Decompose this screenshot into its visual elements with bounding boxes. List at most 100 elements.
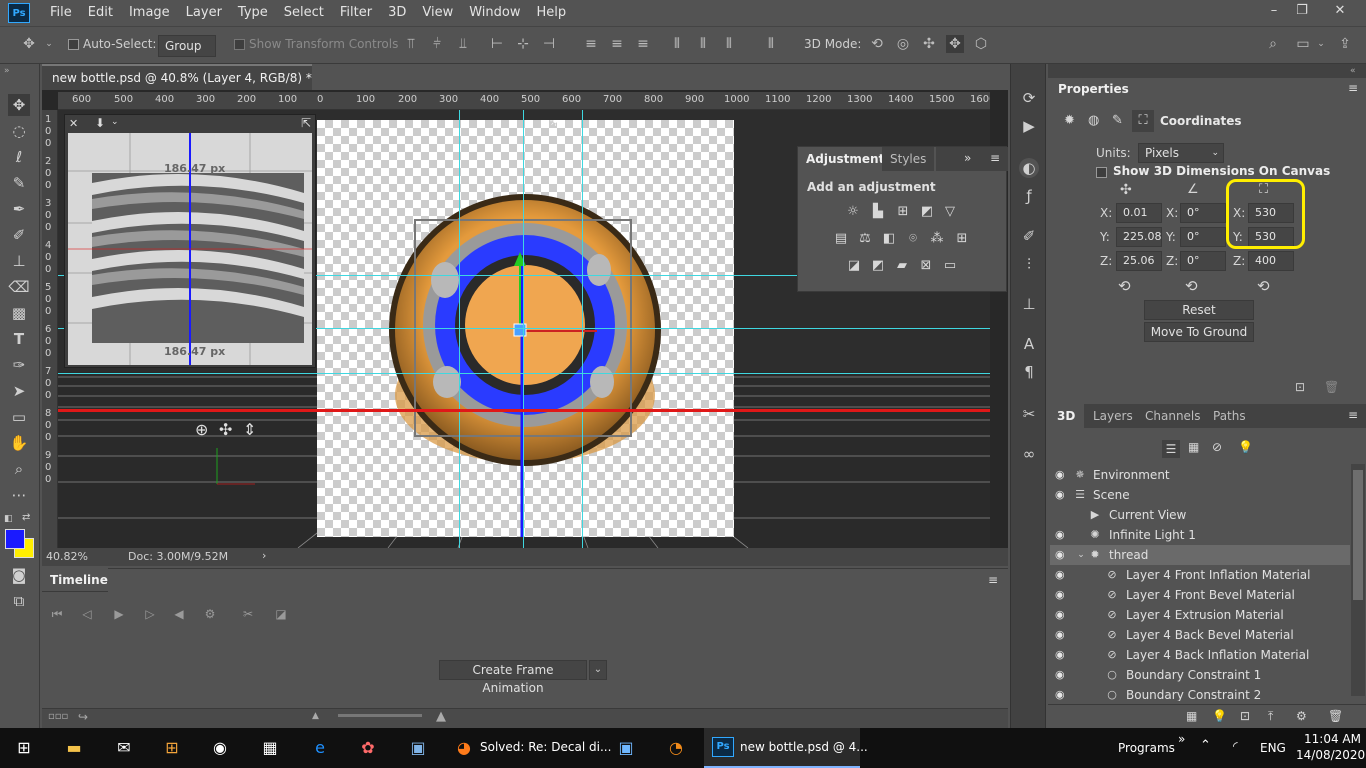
coordinates-icon[interactable]: ⛶ (1132, 110, 1154, 132)
windows-start-icon[interactable]: ⊞ (12, 736, 36, 760)
auto-align-icon[interactable]: ⫴ (762, 35, 780, 53)
channel-mixer-icon[interactable]: ⁂ (928, 231, 946, 247)
hand-tool-icon[interactable]: ✋ (8, 432, 30, 454)
position-z-field[interactable]: 25.06 (1116, 251, 1162, 271)
app-window-icon[interactable]: ▣ (614, 736, 638, 760)
reset-position-icon[interactable]: ⟲ (1118, 277, 1131, 295)
align-top-icon[interactable]: ⫪ (402, 35, 420, 53)
black-white-icon[interactable]: ◧ (880, 231, 898, 247)
color-balance-icon[interactable]: ⚖ (856, 231, 874, 247)
levels-icon[interactable]: ▙ (869, 204, 887, 220)
menu-filter[interactable]: Filter (332, 0, 380, 26)
list-item[interactable]: ◉ ✺ Infinite Light 1 (1050, 525, 1350, 545)
units-dropdown[interactable]: Pixels ⌄ (1138, 143, 1224, 163)
tab-styles[interactable]: Styles (882, 147, 935, 171)
mesh-icon[interactable]: ✹ (1064, 113, 1075, 128)
trash-icon[interactable]: 🗑 (1328, 709, 1343, 723)
file-explorer-icon[interactable]: ▬ (62, 736, 86, 760)
align-left-icon[interactable]: ⊢ (488, 35, 506, 53)
brush-tool-icon[interactable]: ✐ (8, 224, 30, 246)
firefox-window-label[interactable]: Solved: Re: Decal di... (480, 740, 611, 754)
scale-z-field[interactable]: 400 (1248, 251, 1294, 271)
list-item[interactable]: ◉ ○ Boundary Constraint 2 (1050, 685, 1350, 701)
guide-vertical[interactable] (523, 110, 524, 548)
photos-icon[interactable]: ▣ (406, 736, 430, 760)
workspace-chevron-icon[interactable]: ⌄ (1312, 35, 1330, 53)
3d-panel-menu-icon[interactable]: ≡ (1348, 408, 1358, 422)
distribute-bottom-icon[interactable]: ≡ (634, 35, 652, 53)
expand-panel-icon[interactable]: » (964, 151, 971, 165)
workspace-icon[interactable]: ▭ (1294, 35, 1312, 53)
quick-mask-icon[interactable]: ◙ (8, 564, 30, 586)
list-item[interactable]: ◉ ⊘ Layer 4 Front Bevel Material (1050, 585, 1350, 605)
list-item[interactable]: ◉ ✵ Environment (1050, 465, 1350, 485)
lasso-tool-icon[interactable]: ℓ (8, 146, 30, 168)
transform-controls-checkbox[interactable]: Show Transform Controls (234, 37, 398, 51)
orbit-widget-icon[interactable]: ⊕ (195, 420, 208, 439)
align-right-icon[interactable]: ⊣ (540, 35, 558, 53)
new-light-icon[interactable]: 💡 (1212, 709, 1227, 723)
properties-menu-icon[interactable]: ≡ (1348, 81, 1358, 95)
menu-select[interactable]: Select (276, 0, 332, 26)
tab-channels[interactable]: Channels (1136, 404, 1210, 428)
programs-toolbar[interactable]: Programs (1118, 741, 1175, 755)
vibrance-icon[interactable]: ▽ (941, 204, 959, 220)
foreground-color-swatch[interactable] (5, 529, 25, 549)
close-button[interactable]: ✕ (1322, 0, 1358, 22)
menu-layer[interactable]: Layer (178, 0, 230, 26)
color-lookup-icon[interactable]: ⊞ (953, 231, 971, 247)
timeline-menu-icon[interactable]: ≡ (988, 573, 998, 587)
next-frame-icon[interactable]: ▷ (141, 605, 159, 623)
first-frame-icon[interactable]: ⏮ (48, 605, 66, 623)
tray-expand-icon[interactable]: ⌃ (1200, 738, 1211, 753)
list-item[interactable]: ◉ ○ Boundary Constraint 1 (1050, 665, 1350, 685)
position-x-field[interactable]: 0.01 (1116, 203, 1162, 223)
3d-axis-gizmo[interactable] (205, 440, 265, 490)
invert-icon[interactable]: ◪ (845, 258, 863, 274)
roll-3d-icon[interactable]: ◎ (894, 35, 912, 53)
move-to-ground-button[interactable]: Move To Ground (1144, 322, 1254, 342)
visibility-eye-icon[interactable]: ◉ (1055, 605, 1069, 625)
stamp-tool-icon[interactable]: ⊥ (8, 250, 30, 272)
menu-edit[interactable]: Edit (80, 0, 121, 26)
list-item[interactable]: ◉ ⊘ Layer 4 Front Inflation Material (1050, 565, 1350, 585)
new-mesh-icon[interactable]: ▦ (1186, 709, 1197, 723)
visibility-eye-icon[interactable]: ◉ (1055, 685, 1069, 701)
timeline-zoom-slider[interactable] (338, 714, 422, 717)
store-icon[interactable]: ⊞ (160, 736, 184, 760)
actions-play-icon[interactable]: ▶ (1019, 116, 1039, 136)
guide-vertical[interactable] (459, 110, 460, 548)
pen-tool-icon[interactable]: ✑ (8, 354, 30, 376)
rotation-z-field[interactable]: 0° (1180, 251, 1226, 271)
restore-button[interactable]: ❐ (1284, 0, 1320, 22)
3d-icon[interactable]: ∞ (1019, 444, 1039, 464)
collapse-panels-icon[interactable]: « (1350, 66, 1356, 76)
character-icon[interactable]: A (1019, 334, 1039, 354)
menu-view[interactable]: View (414, 0, 461, 26)
settings-gear-icon[interactable]: ⚙ (201, 605, 219, 623)
visibility-eye-icon[interactable]: ◉ (1055, 565, 1069, 585)
brushes-icon[interactable]: ⫶ (1019, 254, 1039, 274)
reset-coordinates-button[interactable]: Reset Coordinates (1144, 300, 1254, 335)
search-icon[interactable]: ⌕ (1264, 35, 1282, 53)
document-tab[interactable]: new bottle.psd @ 40.8% (Layer 4, RGB/8) … (42, 64, 312, 109)
brightness-icon[interactable]: ☼ (844, 204, 862, 220)
materials-filter-icon[interactable]: ⊘ (1212, 440, 1222, 454)
photo-filter-icon[interactable]: ⌾ (904, 231, 922, 247)
split-scissors-icon[interactable]: ✂ (239, 605, 257, 623)
3d-panel-scrollbar-thumb[interactable] (1353, 470, 1363, 600)
render-video-icon[interactable]: ↪ (78, 710, 88, 724)
visibility-eye-icon[interactable]: ◉ (1055, 625, 1069, 645)
tab-layers[interactable]: Layers (1084, 404, 1142, 428)
convert-frames-icon[interactable]: ▫▫▫ (48, 711, 68, 722)
adjustments-icon[interactable]: ◐ (1019, 158, 1039, 178)
pan-widget-icon[interactable]: ✣ (219, 420, 232, 439)
photoshop-task[interactable]: Ps new bottle.psd @ 4... (704, 728, 868, 768)
calendar-icon[interactable]: ▦ (258, 736, 282, 760)
collapse-tools-icon[interactable]: » (4, 66, 10, 76)
menu-help[interactable]: Help (529, 0, 575, 26)
menu-file[interactable]: File (42, 0, 80, 26)
gradient-map-icon[interactable]: ▭ (941, 258, 959, 274)
threshold-icon[interactable]: ▰ (893, 258, 911, 274)
move-tool-icon[interactable]: ✥ (20, 35, 38, 53)
